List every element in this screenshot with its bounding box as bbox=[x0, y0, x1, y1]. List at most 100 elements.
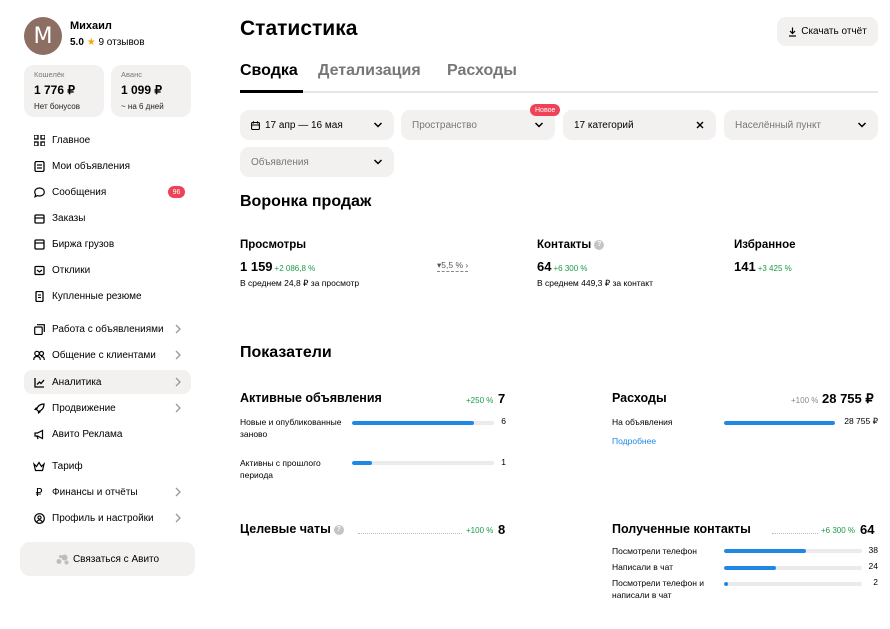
clear-icon[interactable] bbox=[694, 119, 706, 131]
sidebar-item-orders[interactable]: Заказы bbox=[24, 206, 191, 230]
received-contacts-bar bbox=[724, 566, 862, 570]
sidebar-item-label: Заказы bbox=[52, 212, 86, 224]
received-contacts-row-label: Посмотрели телефон bbox=[612, 546, 697, 556]
categories-filter[interactable]: 17 категорий bbox=[563, 110, 716, 140]
layers-icon bbox=[33, 323, 45, 335]
tab-details[interactable]: Детализация bbox=[318, 62, 421, 80]
wallet-amount: 1 776 ₽ bbox=[34, 83, 75, 97]
dotted-leader bbox=[358, 533, 462, 534]
wallet-label: Кошелёк bbox=[34, 70, 65, 79]
box-icon bbox=[33, 212, 45, 224]
received-contacts-bar bbox=[724, 582, 862, 586]
sidebar-item-ad-management[interactable]: Работа с объявлениями bbox=[24, 317, 191, 341]
received-contacts-title: Полученные контакты bbox=[612, 522, 751, 536]
favorites-value: 141 bbox=[734, 259, 756, 274]
active-ads-delta: +250 % bbox=[466, 396, 494, 405]
chevron-down-icon bbox=[534, 122, 544, 128]
contacts-metric: 64 +6 300 % bbox=[537, 259, 588, 274]
expenses-bar bbox=[724, 421, 835, 425]
sidebar-item-avito-ads[interactable]: Авито Реклама bbox=[24, 422, 191, 446]
sidebar-item-main[interactable]: Главное bbox=[24, 128, 191, 152]
ads-filter[interactable]: Объявления bbox=[240, 147, 394, 177]
expenses-details-link[interactable]: Подробнее bbox=[612, 436, 656, 446]
chevron-right-icon bbox=[175, 324, 181, 334]
sidebar-item-responses[interactable]: Отклики bbox=[24, 258, 191, 282]
target-chats-value: 8 bbox=[498, 522, 506, 537]
rating-value: 5.0 bbox=[70, 37, 84, 48]
download-icon bbox=[788, 27, 797, 37]
contact-avito-button[interactable]: Связаться с Авито bbox=[20, 542, 195, 576]
conversion-link[interactable]: ▾5,5 % › bbox=[437, 260, 469, 272]
chevron-right-icon bbox=[175, 403, 181, 413]
info-icon[interactable]: ? bbox=[333, 524, 344, 535]
views-delta: +2 086,8 % bbox=[274, 264, 316, 273]
bar-fill bbox=[352, 461, 373, 465]
reviews-count: 9 отзывов bbox=[98, 37, 145, 48]
chat-icon bbox=[33, 186, 45, 198]
locality-filter[interactable]: Населённый пункт bbox=[724, 110, 878, 140]
received-contacts-row-num: 24 bbox=[868, 561, 878, 571]
chevron-right-icon bbox=[175, 513, 181, 523]
chevron-down-icon bbox=[373, 122, 383, 128]
truck-icon bbox=[33, 238, 45, 250]
period-filter[interactable]: 17 апр — 16 мая bbox=[240, 110, 394, 140]
wallet-sub: Нет бонусов bbox=[34, 102, 80, 111]
download-report-button[interactable]: Скачать отчёт bbox=[777, 17, 878, 46]
sidebar-item-label: Мои объявления bbox=[52, 160, 130, 172]
sidebar-item-bought-resumes[interactable]: Купленные резюме bbox=[24, 284, 191, 308]
info-icon[interactable]: ? bbox=[594, 239, 605, 250]
user-rating[interactable]: 5.0 ★ 9 отзывов bbox=[70, 37, 145, 48]
sidebar-item-label: Авито Реклама bbox=[52, 428, 123, 440]
chart-icon bbox=[33, 376, 45, 388]
advance-card[interactable]: Аванс 1 099 ₽ ~ на 6 дней bbox=[111, 65, 191, 117]
new-badge: Новое bbox=[530, 104, 561, 116]
active-ads-bar bbox=[352, 421, 494, 425]
people-icon bbox=[33, 349, 45, 361]
categories-value: 17 категорий bbox=[574, 119, 634, 131]
avatar[interactable]: М bbox=[24, 17, 62, 55]
sidebar-item-finance[interactable]: ₽ Финансы и отчёты bbox=[24, 480, 191, 504]
active-ads-row-num: 6 bbox=[501, 416, 506, 426]
contacts-title-row: Контакты? bbox=[537, 239, 605, 251]
sidebar-item-label: Аналитика bbox=[52, 376, 102, 388]
favorites-metric: 141 +3 425 % bbox=[734, 259, 792, 274]
avito-logo-icon bbox=[56, 554, 69, 565]
user-circle-icon bbox=[33, 512, 45, 524]
sidebar-item-profile[interactable]: Профиль и настройки bbox=[24, 506, 191, 530]
space-placeholder: Пространство bbox=[412, 119, 477, 131]
sidebar-item-label: Биржа грузов bbox=[52, 238, 115, 250]
views-sub: В среднем 24,8 ₽ за просмотр bbox=[240, 278, 360, 288]
bar-fill bbox=[352, 421, 474, 425]
active-tab-indicator bbox=[240, 90, 303, 93]
received-contacts-delta: +6 300 % bbox=[821, 526, 856, 535]
target-chats-title: Целевые чаты bbox=[240, 522, 331, 536]
advance-sub: ~ на 6 дней bbox=[121, 102, 164, 111]
sidebar-item-analytics[interactable]: Аналитика bbox=[24, 370, 191, 394]
bar-fill bbox=[724, 582, 729, 586]
calendar-icon bbox=[251, 120, 260, 130]
received-contacts-row-num: 38 bbox=[868, 545, 878, 555]
advance-label: Аванс bbox=[121, 70, 142, 79]
sidebar-item-cargo-exchange[interactable]: Биржа грузов bbox=[24, 232, 191, 256]
sidebar-item-promotion[interactable]: Продвижение bbox=[24, 396, 191, 420]
active-ads-row-num: 1 bbox=[501, 457, 506, 467]
active-ads-value: 7 bbox=[498, 391, 506, 406]
tab-expenses[interactable]: Расходы bbox=[447, 62, 517, 80]
received-contacts-bar bbox=[724, 549, 862, 553]
sidebar-item-my-ads[interactable]: Мои объявления bbox=[24, 154, 191, 178]
inbox-icon bbox=[33, 264, 45, 276]
sidebar-item-client-communication[interactable]: Общение с клиентами bbox=[24, 343, 191, 367]
sidebar-item-tariff[interactable]: Тариф bbox=[24, 454, 191, 478]
expenses-row-num: 28 755 ₽ bbox=[844, 416, 878, 426]
contacts-title: Контакты bbox=[537, 239, 592, 251]
contacts-value: 64 bbox=[537, 259, 552, 274]
wallet-card[interactable]: Кошелёк 1 776 ₽ Нет бонусов bbox=[24, 65, 104, 117]
sidebar-item-messages[interactable]: Сообщения 96 bbox=[24, 180, 191, 204]
tab-summary[interactable]: Сводка bbox=[240, 62, 298, 80]
active-ads-row-label: Новые и опубликованные заново bbox=[240, 417, 342, 439]
sidebar-item-label: Сообщения bbox=[52, 186, 107, 198]
conversion-value: 5,5 % bbox=[441, 260, 464, 270]
user-name[interactable]: Михаил bbox=[70, 20, 112, 32]
bar-fill bbox=[724, 549, 806, 553]
bar-fill bbox=[724, 566, 776, 570]
